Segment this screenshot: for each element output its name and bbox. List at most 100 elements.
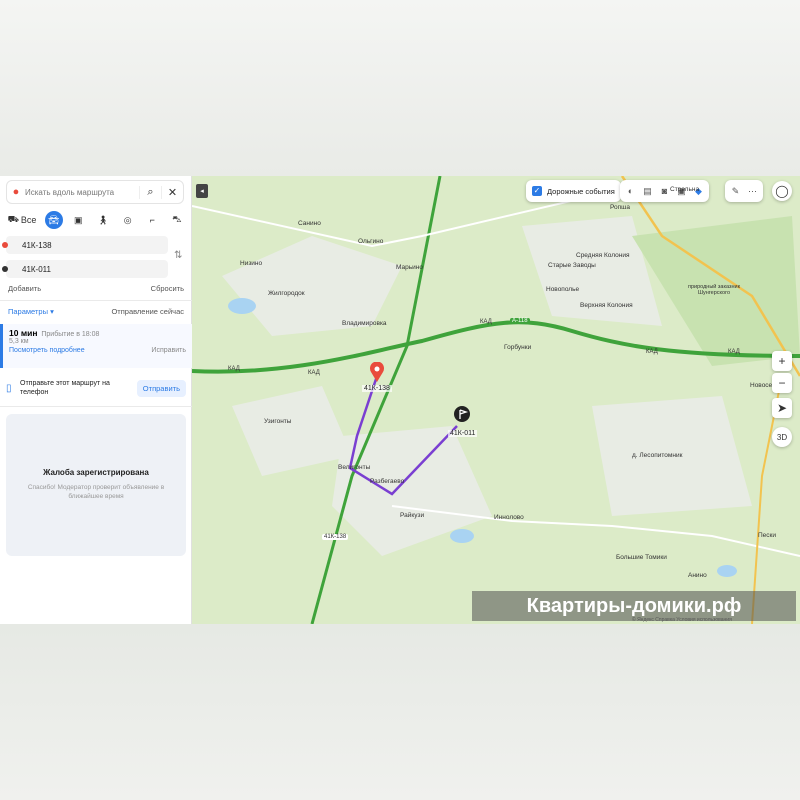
lake xyxy=(717,565,737,577)
locate-me-icon[interactable]: ➤ xyxy=(772,398,792,418)
place-label: природный заказник Шунгерского xyxy=(687,284,741,296)
mode-all-label: Все xyxy=(20,215,37,225)
place-label: Пески xyxy=(758,532,777,539)
blurred-background-top xyxy=(0,0,800,176)
blurred-background-bottom xyxy=(0,624,800,800)
start-marker-icon[interactable] xyxy=(369,362,385,382)
place-label: Владимировка xyxy=(342,320,387,327)
point-a-field[interactable]: 41К-138 xyxy=(2,236,168,254)
place-label: Старые Заводы xyxy=(548,262,596,269)
zoom-in-button[interactable]: + xyxy=(772,351,792,371)
finish-marker-label: 41К-011 xyxy=(448,430,478,437)
place-label: Новополье xyxy=(546,286,580,293)
place-label: Велигонты xyxy=(338,464,371,471)
car-outline-icon: ⛟ xyxy=(7,214,19,224)
road-label: КАД xyxy=(480,319,492,325)
checkbox-checked-icon: ✓ xyxy=(532,186,542,196)
ruler-icon[interactable]: ✎ xyxy=(727,186,744,197)
reset-link[interactable]: Сбросить xyxy=(151,284,184,293)
start-marker-label: 41К-138 xyxy=(362,385,392,392)
car-icon[interactable]: 🚘︎ xyxy=(44,211,63,229)
route-option[interactable]: 10 мин Прибытие в 18:08 5,3 км Посмотрет… xyxy=(0,324,192,368)
place-label: Жилгородок xyxy=(268,290,305,297)
point-a-value: 41К-138 xyxy=(22,240,52,250)
more-icon[interactable]: ⋯ xyxy=(744,186,761,197)
params-row: Параметры ▾ Отправление сейчас xyxy=(8,307,184,316)
place-label: Узигонты xyxy=(264,418,292,425)
mode-all-button[interactable]: ⛟ Все xyxy=(6,211,38,229)
road-number-badge: 41К-138 xyxy=(322,534,349,540)
place-label: Верхняя Колония xyxy=(580,302,633,309)
route-details-link[interactable]: Посмотреть подробнее xyxy=(9,347,85,354)
place-label: Райкузи xyxy=(400,512,425,519)
complaint-text: Спасибо! Модератор проверит объявление в… xyxy=(27,484,165,500)
collapse-panel-button[interactable]: ◂ xyxy=(196,184,208,198)
place-label: Иннолово xyxy=(494,514,524,521)
yandex-maps-window: ● Искать вдоль маршрута ⌕ ✕ ⛟ Все 🚘︎ ▣ 🚶︎… xyxy=(0,176,800,624)
params-label: Параметры xyxy=(8,307,48,316)
place-label: Разбегаево xyxy=(370,478,405,485)
map-canvas[interactable]: ◂ ✓ Дорожные события ◐ ▤ ◙ ▣ ◆ ✎ ⋯ ◯ + −… xyxy=(192,176,800,624)
place-label: Низино xyxy=(240,260,263,267)
place-label: Санино xyxy=(298,220,321,227)
bus-icon[interactable]: ▣ xyxy=(69,211,87,229)
add-point-link[interactable]: Добавить xyxy=(8,284,41,293)
location-pin-icon: ● xyxy=(12,186,20,198)
swap-points-icon[interactable]: ⇅ xyxy=(174,250,182,261)
params-dropdown[interactable]: Параметры ▾ xyxy=(8,307,54,316)
send-to-phone-text: Отправьте этот маршрут на телефон xyxy=(20,380,110,396)
place-label: Анино xyxy=(688,572,707,579)
lake xyxy=(228,298,256,314)
point-b-dot-icon xyxy=(2,266,8,272)
tools-toolbar: ✎ ⋯ xyxy=(725,180,763,202)
road-label: КАД xyxy=(308,370,320,376)
complaint-card: Жалоба зарегистрирована Спасибо! Модерат… xyxy=(6,414,186,556)
place-label: Ольгино xyxy=(358,238,384,245)
bike-icon[interactable]: ◎ xyxy=(119,211,137,229)
point-b-value: 41К-011 xyxy=(22,264,51,274)
map-copyright[interactable]: © Яндекс Справка Условия использования xyxy=(632,617,732,623)
divider xyxy=(0,300,192,301)
traffic-events-label: Дорожные события xyxy=(547,186,615,196)
transport-modes: ⛟ Все 🚘︎ ▣ 🚶︎ ◎ ⌐ ⛍ xyxy=(6,210,186,230)
close-icon[interactable]: ✕ xyxy=(161,185,183,199)
panorama-icon[interactable]: ▤ xyxy=(639,186,656,197)
departure-select[interactable]: Отправление сейчас xyxy=(111,307,184,316)
scooter-icon[interactable]: ⌐ xyxy=(143,211,161,229)
3d-button[interactable]: 3D xyxy=(772,427,792,447)
layers-icon[interactable]: ◐ xyxy=(622,186,639,196)
zoom-out-button[interactable]: − xyxy=(772,373,792,393)
route-arrival: Прибытие в 18:08 xyxy=(41,331,100,338)
avatar[interactable]: ◯ xyxy=(772,181,792,201)
place-label: Марьино xyxy=(396,264,423,271)
road-label: КАД xyxy=(646,349,658,355)
road-label: КАД xyxy=(228,366,240,372)
finish-marker-icon[interactable] xyxy=(454,406,470,426)
place-label: Горбунки xyxy=(504,344,532,351)
place-label: Большие Томики xyxy=(616,554,667,561)
route-fix-link[interactable]: Исправить xyxy=(151,347,186,354)
point-a-dot-icon xyxy=(2,242,8,248)
complaint-title: Жалоба зарегистрирована xyxy=(43,468,149,477)
route-panel: ● Искать вдоль маршрута ⌕ ✕ ⛟ Все 🚘︎ ▣ 🚶︎… xyxy=(0,176,192,624)
walk-icon[interactable]: 🚶︎ xyxy=(94,211,112,229)
divider xyxy=(0,406,192,407)
phone-icon: ▯ xyxy=(6,382,12,394)
place-label: Средняя Колония xyxy=(576,252,630,259)
road-number-badge: А-118 xyxy=(510,318,530,324)
route-distance: 5,3 км xyxy=(9,338,29,345)
point-b-field[interactable]: 41К-011 xyxy=(2,260,168,278)
search-icon[interactable]: ⌕ xyxy=(139,185,161,199)
route-time: 10 мин xyxy=(9,328,38,338)
send-to-phone-row: ▯ Отправьте этот маршрут на телефон Отпр… xyxy=(6,376,186,400)
traffic-events-toggle[interactable]: ✓ Дорожные события xyxy=(526,180,621,202)
taxi-icon[interactable]: ⛍ xyxy=(168,211,186,229)
place-label: Стрельна xyxy=(670,186,700,193)
place-label: д. Лесопитомник xyxy=(632,452,683,459)
place-label: Новосе xyxy=(750,382,773,389)
place-label: Ропша xyxy=(610,204,631,211)
route-search-bar[interactable]: ● Искать вдоль маршрута ⌕ ✕ xyxy=(6,180,184,204)
lake xyxy=(450,529,474,543)
route-search-input[interactable]: Искать вдоль маршрута xyxy=(25,188,139,197)
send-button[interactable]: Отправить xyxy=(136,379,186,397)
